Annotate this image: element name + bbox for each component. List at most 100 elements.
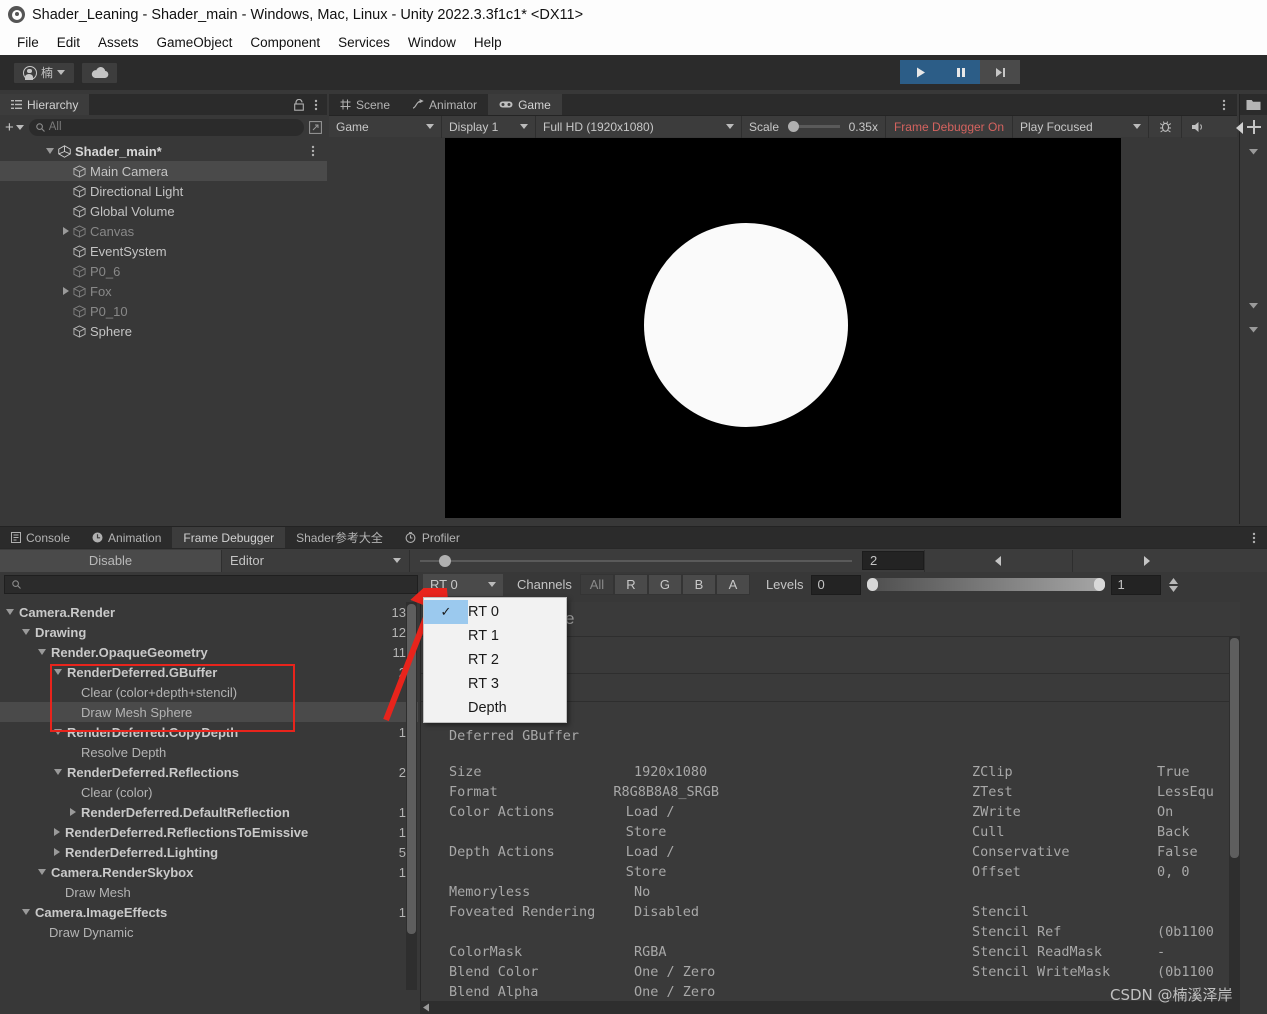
tab-animator[interactable]: Animator [401,94,488,115]
kebab-icon[interactable] [311,144,327,158]
tree-scrollbar-thumb[interactable] [407,604,416,934]
menu-item-help[interactable]: Help [465,33,511,52]
rt-option-rt-0[interactable]: ✓RT 0 [424,600,566,624]
tab-console[interactable]: Console [0,527,81,548]
kebab-icon[interactable] [314,98,318,112]
tab-profiler[interactable]: Profiler [394,527,471,548]
detail-scrollbar-thumb[interactable] [1230,638,1239,858]
prev-event-button[interactable] [924,550,1072,572]
expand-arrow-open-icon[interactable] [6,609,14,615]
play-mode-dropdown[interactable]: Play Focused [1013,116,1149,138]
frame-event-row[interactable]: Draw Mesh [0,882,418,902]
frame-event-row[interactable]: Clear (color+depth+stencil) [0,682,418,702]
menu-item-file[interactable]: File [8,33,48,52]
menu-item-window[interactable]: Window [399,33,465,52]
expand-arrow-open-icon[interactable] [54,669,62,675]
channel-button-b[interactable]: B [682,574,716,595]
hierarchy-search-input[interactable]: All [29,119,304,136]
tab-animation[interactable]: Animation [81,527,172,548]
frame-event-row[interactable]: RenderDeferred.ReflectionsToEmissive1 [0,822,418,842]
rt-option-rt-2[interactable]: RT 2 [424,648,566,672]
channel-button-a[interactable]: A [716,574,750,595]
hierarchy-item-shader-main-[interactable]: Shader_main* [0,141,327,161]
hierarchy-item-sphere[interactable]: Sphere [0,321,327,341]
channel-button-r[interactable]: R [614,574,648,595]
stats-button[interactable] [1149,116,1182,138]
kebab-icon[interactable] [1222,98,1226,112]
expand-arrow-open-icon[interactable] [38,649,46,655]
disable-button[interactable]: Disable [0,550,222,572]
mute-audio-button[interactable] [1182,116,1212,138]
rt-option-depth[interactable]: Depth [424,696,566,720]
scale-slider-knob[interactable] [788,121,799,132]
frame-event-row[interactable]: Camera.RenderSkybox1 [0,862,418,882]
target-dropdown[interactable]: Editor [222,550,410,572]
expand-arrow-closed-icon[interactable] [63,227,69,235]
menu-item-gameobject[interactable]: GameObject [148,33,242,52]
frame-event-row[interactable]: RenderDeferred.GBuffer2 [0,662,418,682]
expand-icon[interactable] [309,121,322,134]
menu-item-edit[interactable]: Edit [48,33,89,52]
frame-event-row[interactable]: RenderDeferred.Reflections2 [0,762,418,782]
panel-collapse-handle[interactable] [1235,122,1245,137]
hierarchy-item-p0-10[interactable]: P0_10 [0,301,327,321]
expand-arrow-open-icon[interactable] [54,729,62,735]
hierarchy-item-fox[interactable]: Fox [0,281,327,301]
event-slider-track[interactable] [420,560,852,562]
levels-max-input[interactable]: 1 [1111,575,1161,595]
frame-event-row[interactable]: Draw Dynamic [0,922,418,942]
frame-event-row[interactable]: Drawing12 [0,622,418,642]
project-tree-row-1[interactable] [1240,139,1267,163]
tab-scene[interactable]: Scene [329,94,401,115]
expand-arrow-open-icon[interactable] [54,769,62,775]
event-index-input[interactable]: 2 [862,551,924,570]
detail-hscrollbar[interactable] [420,1001,1240,1014]
next-event-button[interactable] [1072,550,1220,572]
frame-event-row[interactable]: Clear (color) [0,782,418,802]
menu-item-assets[interactable]: Assets [89,33,148,52]
resolution-dropdown[interactable]: Full HD (1920x1080) [536,116,742,138]
frame-event-row[interactable]: Camera.Render13 [0,602,418,622]
pause-button[interactable] [940,60,980,84]
display-dropdown[interactable]: Display 1 [442,116,536,138]
event-slider-knob[interactable] [439,555,451,567]
frame-event-row[interactable]: Resolve Depth [0,742,418,762]
frame-event-row[interactable]: RenderDeferred.CopyDepth1 [0,722,418,742]
hierarchy-item-main-camera[interactable]: Main Camera [0,161,327,181]
levels-stepper[interactable] [1169,578,1178,592]
hierarchy-item-directional-light[interactable]: Directional Light [0,181,327,201]
tab-game[interactable]: Game [488,94,562,115]
add-gameobject-button[interactable]: + [5,119,24,136]
frame-event-row[interactable]: Draw Mesh Sphere [0,702,418,722]
hierarchy-item-eventsystem[interactable]: EventSystem [0,241,327,261]
project-tree-row-2[interactable] [1240,293,1267,317]
play-button[interactable] [900,60,940,84]
step-button[interactable] [980,60,1020,84]
levels-range-slider[interactable] [867,578,1105,591]
frame-debugger-event-tree[interactable]: Camera.Render13Drawing12Render.OpaqueGeo… [0,602,418,1014]
rt-option-rt-3[interactable]: RT 3 [424,672,566,696]
scale-slider-group[interactable]: Scale 0.35x [742,116,886,138]
hierarchy-item-p0-6[interactable]: P0_6 [0,261,327,281]
event-search-input[interactable] [4,575,418,594]
tab-frame-debugger[interactable]: Frame Debugger [172,527,285,548]
channel-button-all[interactable]: All [580,574,614,595]
kebab-icon[interactable] [1252,531,1256,545]
expand-arrow-open-icon[interactable] [46,148,54,154]
cloud-button[interactable] [81,62,118,84]
rt-dropdown-menu[interactable]: ✓RT 0RT 1RT 2RT 3Depth [423,597,567,723]
game-render-canvas[interactable] [445,138,1121,518]
hscroll-left-icon[interactable] [422,1003,431,1012]
levels-min-input[interactable]: 0 [811,575,861,595]
tab-hierarchy[interactable]: Hierarchy [0,94,89,115]
frame-event-row[interactable]: Camera.ImageEffects1 [0,902,418,922]
rt-option-rt-1[interactable]: RT 1 [424,624,566,648]
target-display-dropdown[interactable]: Game [329,116,442,138]
tab-shader-reference[interactable]: Shader参考大全 [285,527,394,548]
detail-scrollbar[interactable] [1229,636,1240,1014]
account-button[interactable]: 楠 [13,62,75,84]
frame-event-row[interactable]: Render.OpaqueGeometry11 [0,642,418,662]
expand-arrow-open-icon[interactable] [22,909,30,915]
expand-arrow-closed-icon[interactable] [63,287,69,295]
channel-button-g[interactable]: G [648,574,682,595]
